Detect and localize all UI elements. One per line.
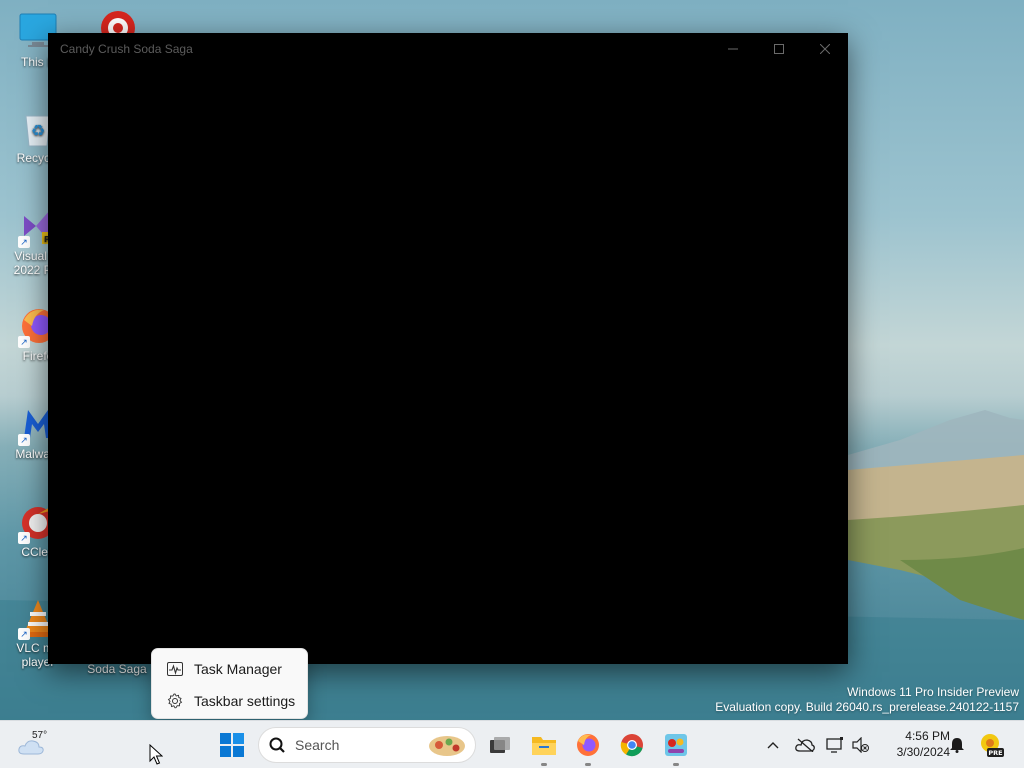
minimize-button[interactable]	[710, 33, 756, 65]
taskbar-file-explorer[interactable]	[524, 725, 564, 766]
gear-icon	[166, 692, 184, 710]
start-button[interactable]	[212, 725, 252, 765]
taskbar-search-box[interactable]: Search	[258, 727, 476, 763]
taskbar-firefox[interactable]	[568, 725, 608, 766]
watermark-line2: Evaluation copy. Build 26040.rs_prerelea…	[715, 700, 1019, 714]
maximize-button[interactable]	[756, 33, 802, 65]
volume-muted-icon	[852, 737, 869, 753]
shortcut-arrow-icon: ↗	[18, 628, 30, 640]
show-hidden-icons-button[interactable]	[762, 725, 784, 765]
chrome-icon	[620, 734, 643, 757]
window-title: Candy Crush Soda Saga	[60, 42, 193, 56]
clock-date: 3/30/2024	[896, 745, 950, 759]
start-icon	[220, 733, 244, 757]
window-content[interactable]	[48, 65, 848, 664]
shortcut-arrow-icon: ↗	[18, 236, 30, 248]
clock-time: 4:56 PM	[905, 729, 950, 743]
task-view-button[interactable]	[480, 725, 520, 765]
taskbar-clock[interactable]: 4:56 PM 3/30/2024	[876, 728, 950, 760]
weather-temperature: 57°	[32, 730, 48, 741]
copilot-icon: PRE	[981, 734, 1004, 757]
desktop-icon-label: Soda Saga	[87, 662, 147, 676]
candy-crush-icon	[665, 734, 687, 756]
task-manager-icon	[166, 660, 184, 678]
notifications-button[interactable]	[946, 725, 968, 765]
running-indicator	[673, 763, 679, 766]
task-view-icon	[490, 737, 510, 753]
mouse-cursor-icon	[149, 744, 163, 765]
running-indicator	[541, 763, 547, 766]
menu-item-task-manager[interactable]: Task Manager	[152, 653, 307, 685]
desktop-icon-soda-saga[interactable]: Soda Saga	[82, 662, 152, 676]
menu-item-taskbar-settings[interactable]: Taskbar settings	[152, 685, 307, 717]
close-icon	[820, 44, 830, 54]
chevron-up-icon	[767, 742, 779, 749]
menu-item-label: Taskbar settings	[194, 693, 296, 709]
running-indicator	[585, 763, 591, 766]
onedrive-offline-icon	[795, 738, 815, 752]
weather-widget[interactable]: 57°	[14, 725, 58, 765]
candy-crush-window[interactable]: Candy Crush Soda Saga	[48, 33, 848, 664]
volume-tray-button[interactable]	[850, 725, 872, 765]
firefox-icon	[577, 734, 599, 756]
shortcut-arrow-icon: ↗	[18, 532, 30, 544]
close-button[interactable]	[802, 33, 848, 65]
minimize-icon	[728, 48, 738, 50]
search-highlight-icon	[429, 736, 465, 756]
window-titlebar[interactable]: Candy Crush Soda Saga	[48, 33, 848, 65]
taskbar-chrome[interactable]	[612, 725, 652, 765]
svg-text:♻: ♻	[31, 121, 45, 140]
onedrive-tray-button[interactable]	[792, 725, 818, 765]
network-display-icon	[826, 737, 843, 753]
shortcut-arrow-icon: ↗	[18, 336, 30, 348]
menu-item-label: Task Manager	[194, 661, 282, 677]
file-explorer-icon	[532, 737, 556, 755]
bell-icon	[950, 738, 964, 753]
taskbar-candy-crush[interactable]	[656, 725, 696, 766]
maximize-icon	[774, 44, 784, 54]
evaluation-watermark: Windows 11 Pro Insider Preview Evaluatio…	[715, 685, 1019, 715]
watermark-line1: Windows 11 Pro Insider Preview	[847, 685, 1019, 699]
search-icon	[269, 737, 285, 753]
cloud-icon	[18, 740, 44, 755]
svg-text:PRE: PRE	[988, 749, 1002, 757]
search-placeholder: Search	[295, 737, 340, 753]
network-tray-button[interactable]	[824, 725, 846, 765]
taskbar-context-menu: Task Manager Taskbar settings	[151, 648, 308, 719]
shortcut-arrow-icon: ↗	[18, 434, 30, 446]
copilot-preview-button[interactable]: PRE	[978, 725, 1006, 765]
